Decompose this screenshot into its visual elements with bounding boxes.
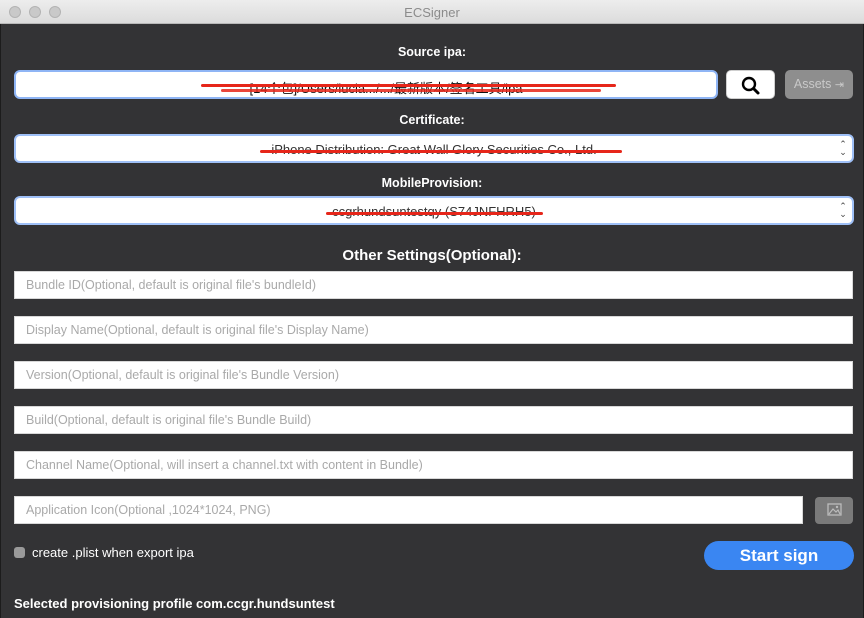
channel-name-placeholder: Channel Name(Optional, will insert a cha… <box>26 458 423 472</box>
start-sign-button[interactable]: Start sign <box>704 541 854 570</box>
magnifier-icon <box>741 76 760 95</box>
plist-checkbox[interactable] <box>14 547 25 558</box>
redaction-mark <box>326 212 543 215</box>
choose-image-button[interactable] <box>815 497 853 524</box>
source-ipa-field[interactable]: [14个包]/Users/lucia.../.../最新版本/签名工具/ipa <box>14 70 718 99</box>
certificate-select[interactable]: iPhone Distribution: Great Wall Glory Se… <box>14 134 854 163</box>
display-name-field[interactable]: Display Name(Optional, default is origin… <box>14 316 853 344</box>
plist-option[interactable]: create .plist when export ipa <box>14 545 194 560</box>
image-icon <box>827 503 842 516</box>
app-icon-field[interactable]: Application Icon(Optional ,1024*1024, PN… <box>14 496 803 524</box>
window-title: ECSigner <box>404 5 460 20</box>
export-icon: ⇥ <box>834 79 845 91</box>
assets-label: Assets <box>793 77 832 91</box>
version-placeholder: Version(Optional, default is original fi… <box>26 368 339 382</box>
other-settings-heading: Other Settings(Optional): <box>342 247 522 264</box>
assets-button[interactable]: Assets ⇥ <box>785 70 853 99</box>
app-icon-placeholder: Application Icon(Optional ,1024*1024, PN… <box>26 503 271 517</box>
redaction-mark <box>221 89 601 92</box>
certificate-label: Certificate: <box>399 113 465 127</box>
status-message: Selected provisioning profile com.ccgr.h… <box>14 596 335 611</box>
source-ipa-value: [14个包]/Users/lucia.../.../最新版本/签名工具/ipa <box>16 78 716 97</box>
channel-name-field[interactable]: Channel Name(Optional, will insert a cha… <box>14 451 853 479</box>
redaction-mark <box>201 84 616 87</box>
bundle-id-field[interactable]: Bundle ID(Optional, default is original … <box>14 271 853 299</box>
display-name-placeholder: Display Name(Optional, default is origin… <box>26 323 369 337</box>
redaction-mark <box>260 150 622 153</box>
source-ipa-label: Source ipa: <box>397 45 467 59</box>
search-button[interactable] <box>726 70 775 99</box>
provision-select[interactable]: ccgrhundsuntestqy (S74JNFHRH5) ⌃⌄ <box>14 196 854 225</box>
updown-chevron-icon: ⌃ ⌄ <box>839 139 847 157</box>
provision-label: MobileProvision: <box>381 176 483 190</box>
updown-chevron-icon: ⌃ ⌄ <box>839 201 847 219</box>
title-bar: ECSigner <box>0 0 864 24</box>
build-placeholder: Build(Optional, default is original file… <box>26 413 312 427</box>
build-field[interactable]: Build(Optional, default is original file… <box>14 406 853 434</box>
bundle-id-placeholder: Bundle ID(Optional, default is original … <box>26 278 317 292</box>
version-field[interactable]: Version(Optional, default is original fi… <box>14 361 853 389</box>
plist-label: create .plist when export ipa <box>32 545 194 560</box>
